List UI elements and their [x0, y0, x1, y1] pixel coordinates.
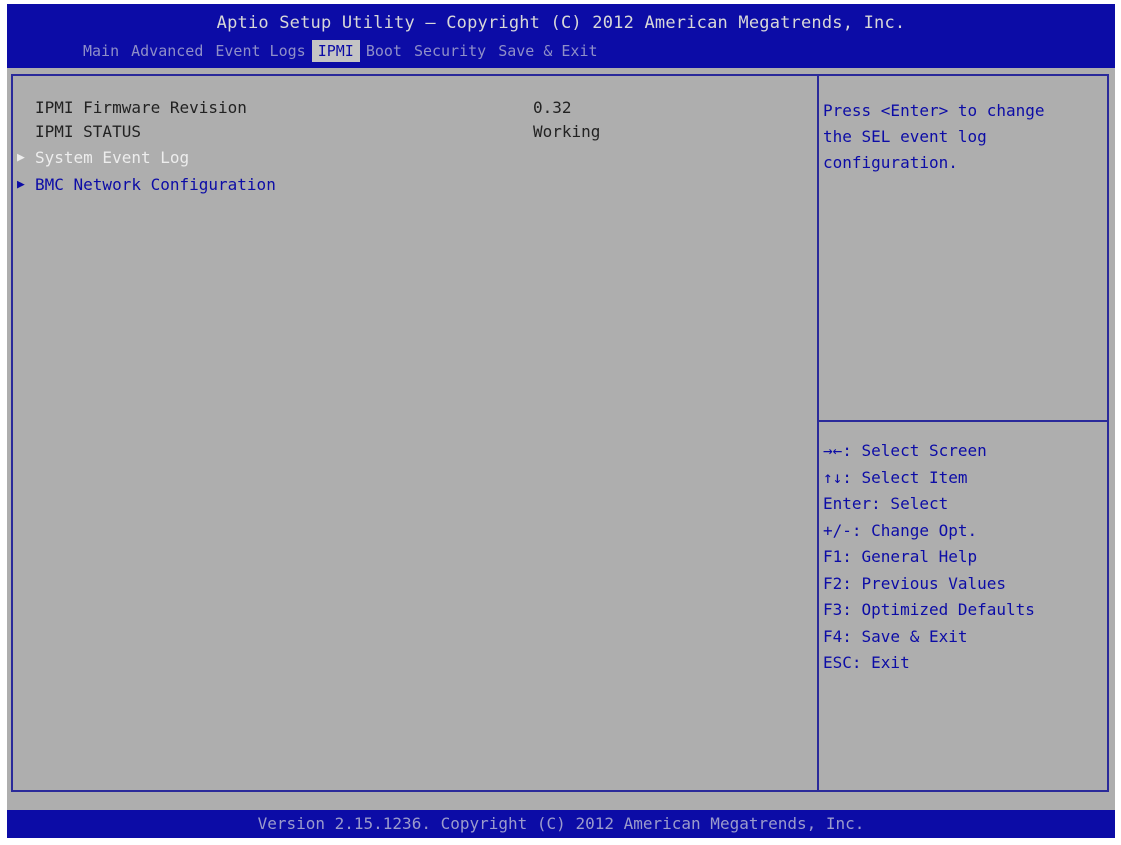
submenu-label: BMC Network Configuration: [35, 175, 276, 194]
tab-event-logs[interactable]: Event Logs: [209, 40, 311, 62]
tab-advanced[interactable]: Advanced: [125, 40, 209, 62]
info-label: IPMI Firmware Revision: [35, 98, 247, 117]
tab-boot[interactable]: Boot: [360, 40, 408, 62]
help-line: the SEL event log: [823, 127, 987, 146]
info-value: Working: [533, 122, 601, 141]
key-enter-select: Enter: Select: [823, 494, 949, 513]
title-bar: Aptio Setup Utility – Copyright (C) 2012…: [7, 4, 1115, 68]
info-row-firmware-revision: IPMI Firmware Revision 0.32: [13, 96, 817, 120]
main-frame: IPMI Firmware Revision 0.32 IPMI STATUS …: [11, 74, 1109, 792]
key-general-help: F1: General Help: [823, 547, 978, 566]
key-optimized-defaults: F3: Optimized Defaults: [823, 600, 1035, 619]
info-label: IPMI STATUS: [35, 122, 141, 141]
info-value: 0.32: [533, 98, 572, 117]
tab-security[interactable]: Security: [408, 40, 492, 62]
key-change-opt: +/-: Change Opt.: [823, 520, 978, 540]
help-line: Press <Enter> to change: [823, 101, 1045, 120]
help-pane: Press <Enter> to change the SEL event lo…: [819, 76, 1107, 790]
info-row-ipmi-status: IPMI STATUS Working: [13, 120, 817, 144]
bios-screen: Aptio Setup Utility – Copyright (C) 2012…: [7, 4, 1115, 838]
tab-ipmi[interactable]: IPMI: [311, 40, 360, 62]
settings-pane: IPMI Firmware Revision 0.32 IPMI STATUS …: [13, 76, 817, 790]
key-select-item: ↑↓: Select Item: [823, 467, 968, 487]
submenu-bmc-network-configuration[interactable]: ▶ BMC Network Configuration: [13, 173, 817, 197]
help-line: configuration.: [823, 153, 958, 172]
tab-bar: Main Advanced Event Logs IPMI Boot Secur…: [77, 40, 604, 62]
tab-main[interactable]: Main: [77, 40, 125, 62]
submenu-arrow-icon: ▶: [17, 177, 25, 192]
footer-bar: Version 2.15.1236. Copyright (C) 2012 Am…: [7, 810, 1115, 838]
key-select-screen: →←: Select Screen: [823, 441, 987, 460]
footer-version-text: Version 2.15.1236. Copyright (C) 2012 Am…: [257, 814, 865, 833]
tab-save-exit[interactable]: Save & Exit: [492, 40, 603, 62]
key-esc-exit: ESC: Exit: [823, 653, 910, 672]
help-text: Press <Enter> to change the SEL event lo…: [823, 98, 1101, 176]
app-title: Aptio Setup Utility – Copyright (C) 2012…: [216, 13, 906, 33]
submenu-system-event-log[interactable]: ▶ System Event Log: [13, 146, 817, 170]
submenu-arrow-icon: ▶: [17, 150, 25, 165]
submenu-label: System Event Log: [35, 148, 190, 167]
key-previous-values: F2: Previous Values: [823, 573, 1007, 593]
key-save-exit: F4: Save & Exit: [823, 626, 968, 646]
key-legend: →←: Select Screen ↑↓: Select Item Enter:…: [823, 438, 1103, 677]
help-divider: [819, 420, 1107, 422]
